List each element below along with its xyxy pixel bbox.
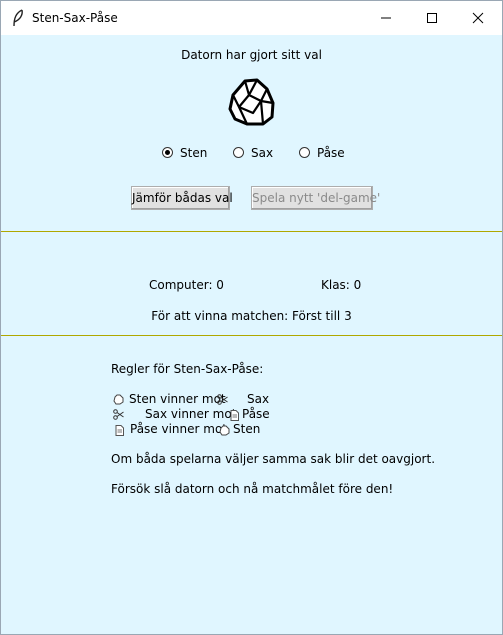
rules-panel: Regler för Sten-Sax-Påse: Sten vinner mo… <box>111 362 471 497</box>
radio-circle[interactable] <box>162 147 173 158</box>
close-icon <box>472 12 484 24</box>
rock-icon <box>113 394 124 405</box>
compare-button[interactable]: Jämför bådas val <box>131 186 233 210</box>
status-label: Datorn har gjort sitt val <box>181 48 322 62</box>
rule-paper-beats-rock: Påse vinner mot Sten <box>111 422 471 437</box>
rules-heading: Regler för Sten-Sax-Påse: <box>111 362 264 376</box>
rules-draw-text: Om båda spelarna väljer samma sak blir d… <box>111 452 436 466</box>
computer-score: Computer: 0 <box>149 278 224 292</box>
feather-icon <box>13 9 23 27</box>
maximize-icon <box>427 13 437 23</box>
app-window: Sten-Sax-Påse Datorn har gjort sitt val … <box>0 0 503 635</box>
scissors-icon <box>217 394 228 405</box>
separator-top <box>1 231 502 232</box>
radio-circle[interactable] <box>299 147 310 158</box>
close-button[interactable] <box>455 1 501 35</box>
rule-scissors-beats-paper: Sax vinner mot Påse <box>111 407 471 422</box>
new-game-button[interactable]: Spela nytt 'del-game' <box>251 186 380 210</box>
radio-label: Sten <box>180 146 208 160</box>
rock-icon <box>219 425 230 436</box>
title-bar[interactable]: Sten-Sax-Påse <box>1 1 502 35</box>
match-goal-label: För att vinna matchen: Först till 3 <box>151 309 352 323</box>
radio-label: Sax <box>251 146 274 160</box>
minimize-icon <box>381 17 391 19</box>
minimize-button[interactable] <box>363 1 409 35</box>
rock-icon <box>228 78 275 126</box>
separator-bottom <box>1 335 502 336</box>
radio-sten[interactable]: Sten <box>162 146 212 162</box>
paper-icon <box>230 410 239 421</box>
radio-sax[interactable]: Sax <box>233 146 275 162</box>
radio-circle[interactable] <box>233 147 244 158</box>
maximize-button[interactable] <box>409 1 455 35</box>
player-score: Klas: 0 <box>321 278 362 292</box>
choice-radio-group: Sten Sax Påse <box>1 146 502 162</box>
scissors-icon <box>113 409 124 420</box>
rule-rock-beats-scissors: Sten vinner mot Sax <box>111 392 471 407</box>
paper-icon <box>115 425 124 436</box>
window-title: Sten-Sax-Påse <box>32 11 118 25</box>
radio-label: Påse <box>317 146 345 160</box>
radio-pase[interactable]: Påse <box>299 146 349 162</box>
rules-challenge-text: Försök slå datorn och nå matchmålet före… <box>111 482 394 496</box>
